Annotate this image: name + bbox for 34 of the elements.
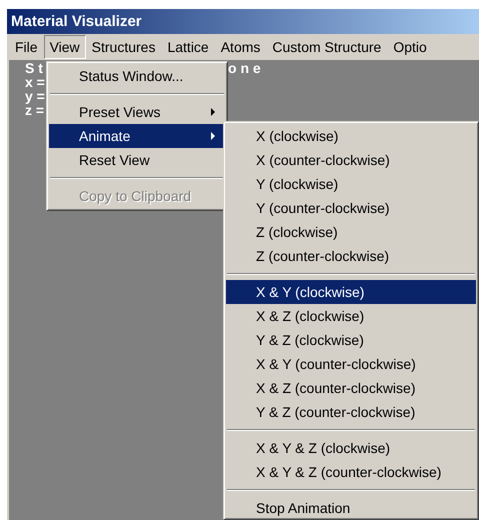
- menu-item[interactable]: X & Y (clockwise): [226, 280, 476, 304]
- menu-item[interactable]: Preset Views: [49, 100, 225, 124]
- window-title: Material Visualizer: [7, 9, 479, 34]
- menu-item[interactable]: Atoms: [214, 35, 266, 59]
- menu-item[interactable]: View: [44, 35, 86, 59]
- submenu-arrow-icon: [211, 132, 215, 140]
- menu-item[interactable]: Stop Animation: [226, 496, 476, 519]
- menu-item[interactable]: X (clockwise): [226, 124, 476, 148]
- status-text: o n e: [228, 61, 261, 75]
- coordinate-label: z =: [25, 103, 44, 117]
- submenu-arrow-icon: [211, 108, 215, 116]
- menu-item[interactable]: Custom Structure: [266, 35, 388, 59]
- menu-item[interactable]: Y (clockwise): [226, 172, 476, 196]
- menu-item[interactable]: X & Z (counter-clockwise): [226, 376, 476, 400]
- menu-item[interactable]: Status Window...: [49, 64, 225, 88]
- menu-item[interactable]: Reset View: [49, 148, 225, 172]
- menu-item[interactable]: Lattice: [161, 35, 215, 59]
- menu-item[interactable]: X & Z (clockwise): [226, 304, 476, 328]
- menu-item[interactable]: Structures: [86, 35, 162, 59]
- menu-item[interactable]: X (counter-clockwise): [226, 148, 476, 172]
- menu-item[interactable]: Y & Z (counter-clockwise): [226, 400, 476, 424]
- menu-item[interactable]: Optio: [387, 35, 433, 59]
- menu-item[interactable]: Z (counter-clockwise): [226, 244, 476, 268]
- menu-item[interactable]: Y & Z (clockwise): [226, 328, 476, 352]
- menu-item[interactable]: X & Y (counter-clockwise): [226, 352, 476, 376]
- menu-item[interactable]: Animate: [49, 124, 225, 148]
- menu-item[interactable]: Z (clockwise): [226, 220, 476, 244]
- menu-item[interactable]: Y (counter-clockwise): [226, 196, 476, 220]
- menu-item[interactable]: File: [9, 35, 44, 59]
- menu-item[interactable]: X & Y & Z (clockwise): [226, 436, 476, 460]
- coordinate-label: x =: [25, 75, 45, 89]
- coordinate-label: y =: [25, 89, 45, 103]
- status-text: S t: [25, 61, 43, 75]
- menu-item[interactable]: X & Y & Z (counter-clockwise): [226, 460, 476, 484]
